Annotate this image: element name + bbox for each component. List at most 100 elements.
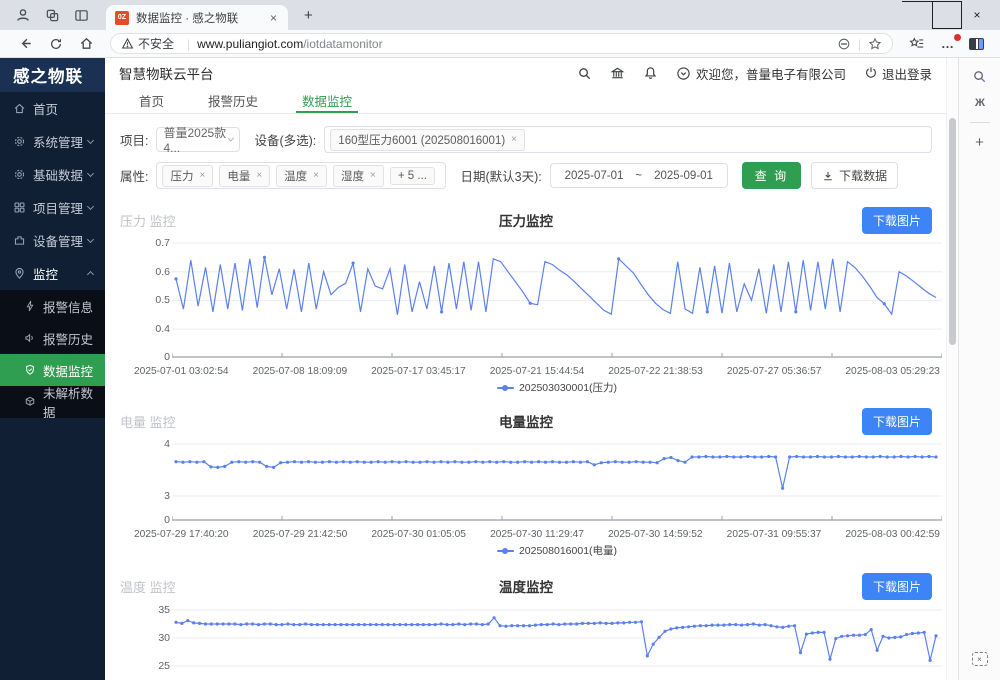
favorites-icon[interactable] [909, 36, 925, 51]
x-tick-label: 2025-07-27 05:36:57 [727, 366, 822, 377]
tab-close-icon[interactable]: × [268, 11, 279, 25]
sidebar-item-projects[interactable]: 项目管理 [0, 191, 105, 224]
download-image-button[interactable]: 下载图片 [862, 207, 932, 234]
edge-sidebar: Ж + × [958, 58, 1000, 680]
sidebar-add-icon[interactable]: + [975, 134, 984, 151]
hide-sidebar-icon[interactable]: × [972, 652, 988, 666]
bell-icon[interactable] [643, 66, 658, 81]
logout-button[interactable]: 退出登录 [864, 64, 932, 83]
refresh-icon[interactable] [49, 37, 63, 51]
close-button[interactable]: × [962, 1, 992, 29]
sidebar-item-label: 基础数据 [33, 165, 83, 184]
x-tick-label: 2025-08-03 00:42:59 [845, 529, 940, 540]
back-icon[interactable] [18, 36, 33, 51]
query-button[interactable]: 查 询 [742, 162, 801, 189]
x-tick-label: 2025-07-31 09:55:37 [727, 529, 822, 540]
pressure-chart-section: 压力 监控 压力监控 下载图片 0.70.60.50.402025-07-01 … [105, 206, 946, 395]
battery-line-chart[interactable]: 4302025-07-29 17:40:202025-07-29 21:42:5… [120, 437, 932, 558]
tab-layout-icon[interactable] [74, 8, 89, 23]
gear-icon [13, 168, 26, 181]
maximize-button[interactable] [932, 1, 962, 29]
sidebar-item-monitor[interactable]: 监控 [0, 257, 105, 290]
temperature-line-chart[interactable]: 35302520 [120, 602, 932, 680]
warning-icon [121, 37, 134, 50]
sidebar-extension-icon[interactable]: Ж [975, 97, 984, 109]
new-tab-button[interactable]: + [300, 7, 317, 24]
sidebar-search-icon[interactable] [972, 68, 987, 84]
y-tick-label: 0 [130, 351, 170, 363]
remove-tag-icon[interactable]: × [199, 170, 205, 181]
attribute-label: 属性: [120, 166, 148, 185]
profile-icon[interactable] [15, 7, 31, 23]
address-bar[interactable]: 不安全 | www.puliangiot.com/iotdatamonitor … [110, 33, 893, 54]
device-multiselect[interactable]: 160型压力6001 (202508016001) × [324, 126, 932, 153]
sidebar-item-basedata[interactable]: 基础数据 [0, 158, 105, 191]
search-icon[interactable] [577, 66, 592, 81]
browser-tab[interactable]: 0Z 数据监控 · 感之物联 × [106, 5, 288, 30]
attribute-multiselect[interactable]: 压力× 电量× 温度× 湿度× + 5 ... [156, 162, 446, 189]
sidebar-item-data-monitor[interactable]: 数据监控 [0, 354, 105, 386]
minimize-button[interactable] [902, 1, 932, 29]
tab-alarm-history[interactable]: 报警历史 [206, 88, 260, 113]
tab-data-monitor[interactable]: 数据监控 [300, 88, 354, 113]
remove-tag-icon[interactable]: × [313, 170, 319, 181]
chart-legend[interactable]: 202503030001(压力) [172, 380, 942, 395]
sidebar-item-label: 系统管理 [33, 132, 83, 151]
cube-icon [24, 396, 36, 408]
split-screen-icon[interactable] [969, 38, 984, 50]
x-tick-label: 2025-07-21 15:44:54 [490, 366, 585, 377]
workspaces-icon[interactable] [45, 8, 60, 23]
chevron-up-icon [87, 271, 94, 278]
account-menu[interactable]: 欢迎您，普量电子有限公司 [676, 64, 846, 83]
sidebar-item-alarm-info[interactable]: 报警信息 [0, 290, 105, 322]
page-scrollbar[interactable] [946, 58, 958, 680]
sidebar-item-label: 监控 [33, 264, 58, 283]
security-label: 不安全 [138, 35, 174, 52]
browser-menu-icon[interactable]: … [941, 36, 955, 51]
chevron-down-icon [87, 170, 94, 177]
scrollbar-thumb[interactable] [949, 118, 956, 345]
pressure-line-chart[interactable]: 0.70.60.50.402025-07-01 03:02:542025-07-… [120, 236, 932, 395]
remove-tag-icon[interactable]: × [511, 134, 517, 145]
download-data-button[interactable]: 下载数据 [811, 162, 898, 189]
date-separator: ~ [635, 170, 642, 182]
x-tick-label: 2025-07-17 03:45:17 [371, 366, 466, 377]
x-axis-labels: 2025-07-01 03:02:542025-07-08 18:09:0920… [134, 366, 940, 377]
sidebar-item-alarm-history[interactable]: 报警历史 [0, 322, 105, 354]
project-select[interactable]: 普量2025款4... [156, 127, 240, 152]
logout-icon [864, 66, 878, 80]
remove-tag-icon[interactable]: × [370, 170, 376, 181]
remove-tag-icon[interactable]: × [256, 170, 262, 181]
tab-home[interactable]: 首页 [137, 88, 166, 113]
chevron-down-icon [87, 137, 94, 144]
sidebar-item-devices[interactable]: 设备管理 [0, 224, 105, 257]
home-icon[interactable] [79, 36, 94, 51]
date-range-picker[interactable]: 2025-07-01 ~ 2025-09-01 [550, 163, 728, 188]
attribute-tag-label: 温度 [284, 168, 307, 184]
sidebar-item-system[interactable]: 系统管理 [0, 125, 105, 158]
chart-title: 温度监控 [120, 576, 932, 596]
y-tick-label: 3 [130, 490, 170, 502]
sidebar-item-label: 数据监控 [43, 361, 93, 380]
y-tick-label: 0 [130, 514, 170, 526]
device-label: 设备(多选): [254, 130, 316, 149]
download-image-button[interactable]: 下载图片 [862, 573, 932, 600]
brand-logo: 感之物联 [0, 58, 105, 92]
chart-legend[interactable]: 202508016001(电量) [172, 543, 942, 558]
download-image-button[interactable]: 下载图片 [862, 408, 932, 435]
attribute-tag: 湿度× [333, 165, 384, 187]
bank-icon[interactable] [610, 66, 625, 81]
page-tools-icon[interactable] [837, 37, 851, 51]
sidebar-item-home[interactable]: 首页 [0, 92, 105, 125]
x-tick-label: 2025-07-30 14:59:52 [608, 529, 703, 540]
browser-tab-strip: 0Z 数据监控 · 感之物联 × + × [0, 0, 1000, 30]
line-chart-canvas [172, 236, 942, 364]
x-tick-label: 2025-07-30 01:05:05 [371, 529, 466, 540]
attribute-more-tag[interactable]: + 5 ... [390, 167, 435, 185]
bookmark-star-icon[interactable] [868, 37, 882, 51]
tab-title: 数据监控 · 感之物联 [136, 10, 268, 26]
y-tick-label: 25 [130, 660, 170, 672]
sidebar-item-unparsed-data[interactable]: 未解析数据 [0, 386, 105, 418]
x-tick-label: 2025-07-22 21:38:53 [608, 366, 703, 377]
download-icon [822, 170, 834, 182]
